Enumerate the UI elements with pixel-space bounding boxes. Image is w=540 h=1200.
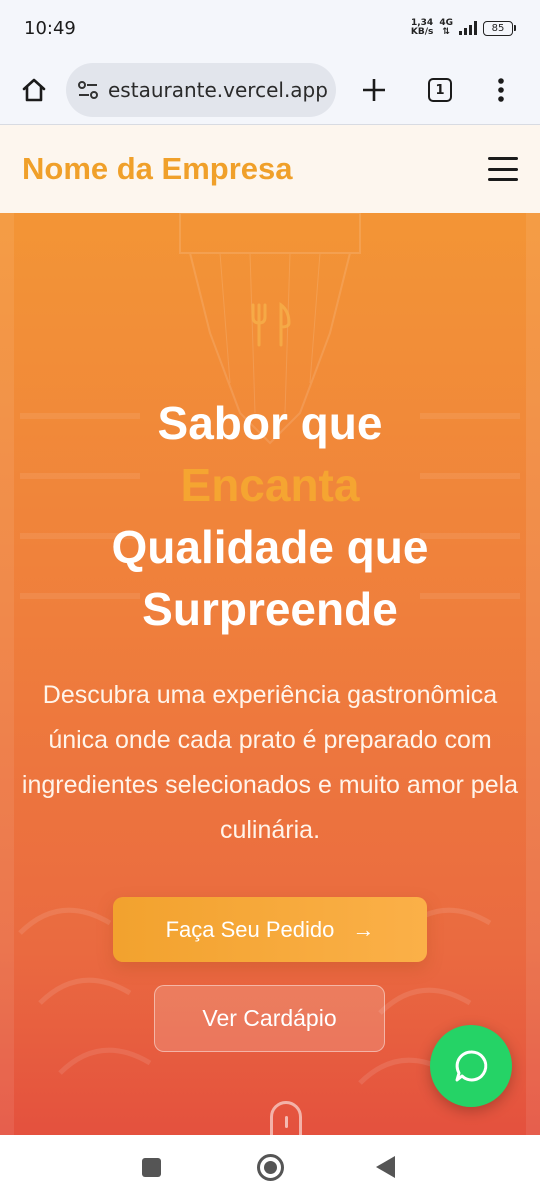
battery-level: 85 <box>483 20 513 36</box>
signal-icon <box>459 21 477 35</box>
home-circle-icon[interactable] <box>257 1154 284 1181</box>
network-speed-unit: KB/s <box>410 27 434 37</box>
tab-switcher-button[interactable]: 1 <box>420 70 460 110</box>
network-type: 4G ⇅ <box>439 19 453 37</box>
site-settings-icon[interactable] <box>76 78 100 102</box>
url-text: estaurante.vercel.app <box>108 78 328 102</box>
home-icon <box>22 78 46 102</box>
arrow-right-icon: → <box>352 916 375 942</box>
recents-square-icon[interactable] <box>142 1158 161 1177</box>
brand-name[interactable]: Nome da Empresa <box>22 151 293 187</box>
status-time: 10:49 <box>24 17 76 39</box>
hero-title-line-1: Sabor que <box>157 397 383 449</box>
scroll-indicator-icon[interactable] <box>270 1101 302 1135</box>
tabs-icon: 1 <box>428 78 452 102</box>
back-triangle-icon[interactable] <box>376 1156 395 1178</box>
hero-title-accent: Encanta <box>180 459 360 511</box>
system-nav-bar <box>0 1135 540 1200</box>
menu-button-label: Ver Cardápio <box>202 1005 337 1031</box>
order-button[interactable]: Faça Seu Pedido → <box>113 897 427 962</box>
menu-button[interactable]: Ver Cardápio <box>154 985 385 1052</box>
status-indicators: 1,34 KB/s 4G ⇅ 85 <box>411 19 516 37</box>
address-bar[interactable]: estaurante.vercel.app <box>66 63 336 117</box>
whatsapp-icon <box>455 1050 488 1082</box>
utensils-icon <box>251 301 291 347</box>
network-speed: 1,34 KB/s <box>411 19 433 37</box>
browser-menu-button[interactable] <box>486 70 516 110</box>
hamburger-icon[interactable] <box>488 157 518 181</box>
hero-title-line-4: Surpreende <box>142 583 398 635</box>
browser-home-button[interactable] <box>14 70 54 110</box>
battery-icon: 85 <box>483 20 516 36</box>
browser-toolbar: estaurante.vercel.app 1 <box>0 56 540 124</box>
data-arrows-icon: ⇅ <box>442 27 450 37</box>
plus-icon <box>363 79 385 101</box>
whatsapp-button[interactable] <box>430 1025 512 1107</box>
status-bar: 10:49 1,34 KB/s 4G ⇅ 85 <box>0 0 540 56</box>
hero-section: Sabor que Encanta Qualidade que Surpreen… <box>0 213 540 1135</box>
order-button-label: Faça Seu Pedido <box>165 916 335 942</box>
more-vert-icon <box>498 78 504 102</box>
hero-description: Descubra uma experiência gastronômica ún… <box>21 681 519 844</box>
new-tab-button[interactable] <box>354 70 394 110</box>
site-header: Nome da Empresa <box>0 125 540 213</box>
hero-title-line-3: Qualidade que <box>111 521 429 573</box>
